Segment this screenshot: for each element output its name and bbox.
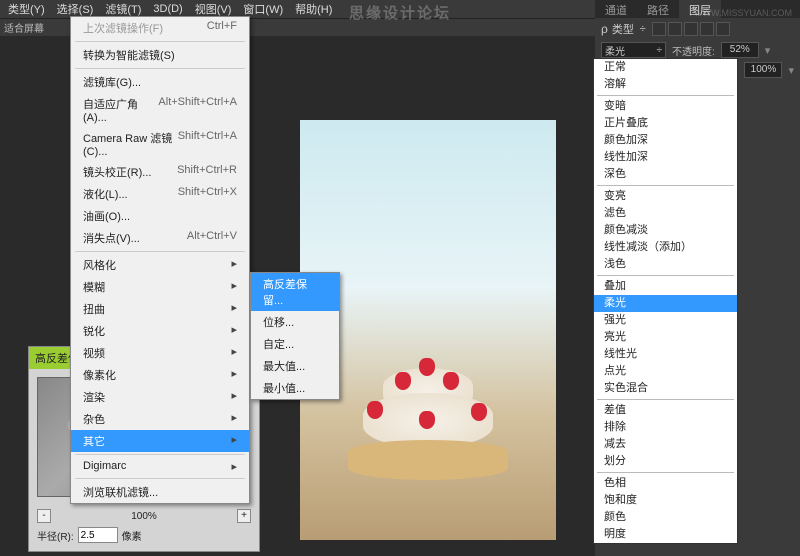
fill-value[interactable]: 100% bbox=[744, 62, 782, 78]
blend-mode-option[interactable]: 滤色 bbox=[594, 205, 737, 222]
filter-menu-item[interactable]: 镜头校正(R)...Shift+Ctrl+R bbox=[71, 161, 249, 183]
radius-unit: 像素 bbox=[122, 528, 142, 543]
chevron-down-icon[interactable]: ÷ bbox=[638, 23, 648, 35]
filter-menu-item[interactable]: 浏览联机滤镜... bbox=[71, 481, 249, 503]
blend-mode-option[interactable]: 深色 bbox=[594, 166, 737, 183]
opacity-label: 不透明度: bbox=[672, 43, 715, 58]
blend-mode-option[interactable]: 正片叠底 bbox=[594, 115, 737, 132]
filter-shape-icon[interactable] bbox=[700, 22, 714, 36]
menu-0[interactable]: 类型(Y) bbox=[2, 0, 51, 19]
blend-mode-option[interactable]: 排除 bbox=[594, 419, 737, 436]
filter-type-label: 类型 bbox=[612, 21, 634, 37]
filter-smart-icon[interactable] bbox=[716, 22, 730, 36]
filter-menu-item[interactable]: 消失点(V)...Alt+Ctrl+V bbox=[71, 227, 249, 249]
filter-menu-item[interactable]: 渲染▸ bbox=[71, 386, 249, 408]
blend-mode-option[interactable]: 线性光 bbox=[594, 346, 737, 363]
blend-mode-dropdown: 正常溶解变暗正片叠底颜色加深线性加深深色变亮滤色颜色减淡线性减淡（添加）浅色叠加… bbox=[593, 58, 738, 544]
zoom-out-button[interactable]: - bbox=[37, 509, 51, 523]
filter-menu-item[interactable]: 扭曲▸ bbox=[71, 298, 249, 320]
blend-mode-option[interactable]: 实色混合 bbox=[594, 380, 737, 397]
opacity-value[interactable]: 52% bbox=[721, 42, 759, 58]
filter-pixel-icon[interactable] bbox=[652, 22, 666, 36]
filter-menu-item: 上次滤镜操作(F)Ctrl+F bbox=[71, 17, 249, 39]
blend-mode-option[interactable]: 线性减淡（添加） bbox=[594, 239, 737, 256]
blend-mode-option[interactable]: 颜色减淡 bbox=[594, 222, 737, 239]
filter-menu-item[interactable]: 滤镜库(G)... bbox=[71, 71, 249, 93]
submenu-item[interactable]: 最大值... bbox=[251, 355, 339, 377]
filter-menu-item[interactable]: Digimarc▸ bbox=[71, 457, 249, 476]
blend-mode-select[interactable]: 柔光÷ bbox=[601, 42, 666, 58]
blend-mode-option[interactable]: 叠加 bbox=[594, 278, 737, 295]
submenu-item[interactable]: 高反差保留... bbox=[251, 273, 339, 311]
blend-mode-option[interactable]: 划分 bbox=[594, 453, 737, 470]
filter-menu-item[interactable]: 杂色▸ bbox=[71, 408, 249, 430]
blend-mode-option[interactable]: 正常 bbox=[594, 59, 737, 76]
blend-mode-option[interactable]: 颜色 bbox=[594, 509, 737, 526]
filter-menu-item[interactable]: 模糊▸ bbox=[71, 276, 249, 298]
panel-tab[interactable]: 路径 bbox=[637, 0, 679, 18]
filter-icons bbox=[652, 22, 730, 36]
blend-mode-option[interactable]: 亮光 bbox=[594, 329, 737, 346]
blend-mode-option[interactable]: 强光 bbox=[594, 312, 737, 329]
blend-mode-option[interactable]: 变亮 bbox=[594, 188, 737, 205]
blend-mode-option[interactable]: 减去 bbox=[594, 436, 737, 453]
chevron-down-icon[interactable]: ▾ bbox=[765, 44, 771, 57]
filter-menu-item[interactable]: 视频▸ bbox=[71, 342, 249, 364]
filter-menu-item[interactable]: 其它▸ bbox=[71, 430, 249, 452]
watermark-url: WWW.MISSYUAN.COM bbox=[694, 8, 792, 18]
blend-mode-option[interactable]: 颜色加深 bbox=[594, 132, 737, 149]
zoom-in-button[interactable]: + bbox=[237, 509, 251, 523]
submenu-item[interactable]: 自定... bbox=[251, 333, 339, 355]
blend-mode-option[interactable]: 浅色 bbox=[594, 256, 737, 273]
filter-adjust-icon[interactable] bbox=[668, 22, 682, 36]
filter-menu-item[interactable]: Camera Raw 滤镜(C)...Shift+Ctrl+A bbox=[71, 127, 249, 161]
blend-mode-option[interactable]: 色相 bbox=[594, 475, 737, 492]
search-icon: ρ bbox=[601, 22, 608, 36]
blend-mode-option[interactable]: 差值 bbox=[594, 402, 737, 419]
blend-mode-option[interactable]: 饱和度 bbox=[594, 492, 737, 509]
filter-menu-item[interactable]: 锐化▸ bbox=[71, 320, 249, 342]
filter-menu-item[interactable]: 风格化▸ bbox=[71, 254, 249, 276]
blend-mode-option[interactable]: 线性加深 bbox=[594, 149, 737, 166]
blend-mode-option[interactable]: 柔光 bbox=[594, 295, 737, 312]
radius-label: 半径(R): bbox=[37, 528, 74, 543]
radius-input[interactable] bbox=[78, 527, 118, 543]
blend-mode-option[interactable]: 明度 bbox=[594, 526, 737, 543]
submenu-item[interactable]: 位移... bbox=[251, 311, 339, 333]
blend-mode-option[interactable]: 溶解 bbox=[594, 76, 737, 93]
cake-image bbox=[348, 368, 508, 480]
blend-mode-option[interactable]: 点光 bbox=[594, 363, 737, 380]
panel-tab[interactable]: 通道 bbox=[595, 0, 637, 18]
blend-mode-option[interactable]: 变暗 bbox=[594, 98, 737, 115]
zoom-level: 100% bbox=[131, 511, 157, 522]
filter-menu: 上次滤镜操作(F)Ctrl+F 转换为智能滤镜(S) 滤镜库(G)...自适应广角(… bbox=[70, 16, 250, 504]
submenu-item[interactable]: 最小值... bbox=[251, 377, 339, 399]
filter-menu-item[interactable]: 液化(L)...Shift+Ctrl+X bbox=[71, 183, 249, 205]
filter-menu-item[interactable]: 像素化▸ bbox=[71, 364, 249, 386]
filter-menu-item[interactable]: 转换为智能滤镜(S) bbox=[71, 44, 249, 66]
menu-6[interactable]: 帮助(H) bbox=[289, 0, 338, 19]
filter-menu-item[interactable]: 自适应广角(A)...Alt+Shift+Ctrl+A bbox=[71, 93, 249, 127]
chevron-down-icon: ÷ bbox=[657, 45, 663, 56]
toolbar-label[interactable]: 适合屏幕 bbox=[4, 20, 44, 35]
other-submenu: 高反差保留...位移...自定...最大值...最小值... bbox=[250, 272, 340, 400]
chevron-down-icon[interactable]: ▾ bbox=[788, 64, 794, 77]
menu-3[interactable]: 3D(D) bbox=[147, 1, 188, 17]
watermark-main: 思缘设计论坛 bbox=[349, 2, 451, 23]
filter-text-icon[interactable] bbox=[684, 22, 698, 36]
filter-menu-item[interactable]: 油画(O)... bbox=[71, 205, 249, 227]
